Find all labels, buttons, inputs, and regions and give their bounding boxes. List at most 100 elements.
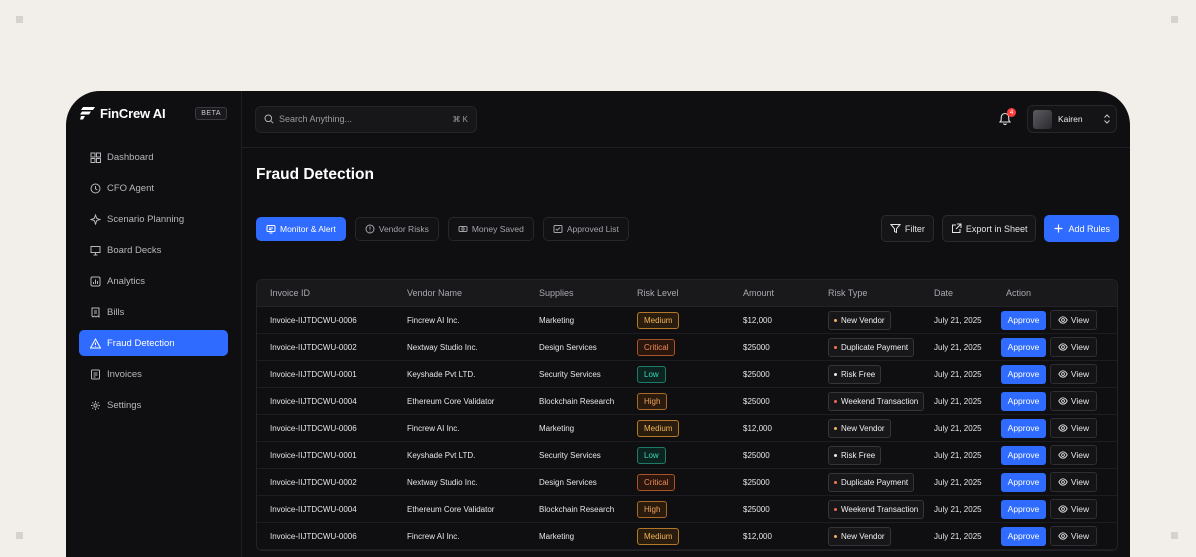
date: July 21, 2025 (934, 531, 982, 541)
notification-button[interactable]: 4 (997, 108, 1016, 127)
supplies: Design Services (539, 342, 597, 352)
risk-level-cell: Critical (637, 338, 743, 356)
risk-type-cell: Weekend Transaction (828, 391, 932, 411)
sidebar-item-cfo-agent[interactable]: CFO Agent (79, 175, 228, 201)
risk-level-badge: Critical (637, 473, 676, 491)
tab-money-saved[interactable]: Money Saved (447, 217, 534, 241)
monitor-alert-icon (266, 225, 276, 234)
view-button[interactable]: View (1050, 418, 1097, 438)
view-button[interactable]: View (1050, 472, 1097, 492)
view-button[interactable]: View (1050, 364, 1097, 384)
risk-level-badge: Medium (637, 419, 680, 437)
row-actions: Approve View (1001, 472, 1117, 492)
approve-button[interactable]: Approve (1001, 499, 1046, 519)
sidebar-item-label: Bills (107, 306, 125, 318)
bill-icon (90, 307, 101, 318)
column-header: Action (1006, 288, 1032, 298)
brand-name: FinCrew AI (100, 105, 166, 121)
vendor-name: Fincrew AI Inc. (407, 423, 460, 433)
supplies: Marketing (539, 531, 575, 541)
vendor-risk-icon (365, 224, 375, 234)
eye-icon (1058, 505, 1068, 513)
sidebar-item-analytics[interactable]: Analytics (79, 268, 228, 294)
risk-dot-icon (834, 318, 837, 322)
risk-level-cell: Medium (637, 311, 743, 329)
sidebar-item-label: CFO Agent (107, 182, 154, 194)
sidebar: FinCrew AI BETA Dashboard CFO Agent Scenar… (66, 91, 242, 557)
search-input[interactable] (279, 114, 453, 124)
invoice-id: Invoice-IIJTDCWU-0004 (270, 504, 357, 514)
view-button[interactable]: View (1050, 337, 1097, 357)
view-button[interactable]: View (1050, 526, 1097, 546)
date: July 21, 2025 (934, 477, 982, 487)
fincrew-logo-icon (80, 107, 95, 120)
invoice-icon (90, 369, 101, 380)
eye-icon (1058, 451, 1068, 459)
view-label: View (1070, 450, 1090, 460)
table-row: Invoice-IIJTDCWU-0004 Ethereum Core Valid… (257, 388, 1117, 415)
view-button[interactable]: View (1050, 391, 1097, 411)
date: July 21, 2025 (934, 315, 982, 325)
sidebar-item-dashboard[interactable]: Dashboard (79, 144, 228, 170)
risk-type-cell: New Vendor (828, 310, 932, 330)
view-label: View (1070, 423, 1090, 433)
tab-approved-list[interactable]: Approved List (542, 217, 629, 241)
risk-dot-icon (834, 345, 837, 349)
chart-icon (90, 276, 101, 287)
view-label: View (1070, 342, 1090, 352)
approve-button[interactable]: Approve (1001, 310, 1046, 330)
approve-button[interactable]: Approve (1001, 472, 1046, 492)
view-label: View (1070, 531, 1090, 541)
supplies: Security Services (539, 450, 601, 460)
risk-level-badge: Critical (637, 338, 676, 356)
sidebar-item-board-decks[interactable]: Board Decks (79, 237, 228, 263)
vendor-name: Nextway Studio Inc. (407, 477, 478, 487)
column-header: Amount (743, 288, 775, 298)
amount: $25000 (743, 369, 770, 379)
view-label: View (1070, 477, 1090, 487)
approve-button[interactable]: Approve (1001, 391, 1046, 411)
row-actions: Approve View (1001, 310, 1117, 330)
tab-monitor-alert[interactable]: Monitor & Alert (256, 217, 346, 241)
risk-level-badge: Low (637, 446, 666, 464)
approve-button[interactable]: Approve (1001, 445, 1046, 465)
clock-icon (90, 183, 101, 194)
view-label: View (1070, 369, 1090, 379)
export-button[interactable]: Export in Sheet (941, 215, 1037, 242)
invoice-id: Invoice-IIJTDCWU-0004 (270, 396, 357, 406)
view-button[interactable]: View (1050, 310, 1097, 330)
view-button[interactable]: View (1050, 499, 1097, 519)
sidebar-item-scenario-planning[interactable]: Scenario Planning (79, 206, 228, 232)
search-box[interactable]: ⌘ K (255, 105, 477, 133)
view-button[interactable]: View (1050, 445, 1097, 465)
approve-button[interactable]: Approve (1001, 526, 1046, 546)
sidebar-item-settings[interactable]: Settings (79, 392, 228, 418)
risk-type-label: New Vendor (841, 423, 885, 433)
risk-type-badge: Duplicate Payment (828, 472, 915, 492)
risk-level-cell: Medium (637, 419, 743, 437)
supplies: Marketing (539, 423, 575, 433)
table-row: Invoice-IIJTDCWU-0006 Fincrew AI Inc. Mark… (257, 307, 1117, 334)
sidebar-item-invoices[interactable]: Invoices (79, 361, 228, 387)
amount: $25000 (743, 396, 770, 406)
tab-bar: Monitor & Alert Vendor Risks Money Saved Ap… (256, 217, 638, 241)
amount: $12,000 (743, 531, 772, 541)
risk-dot-icon (834, 399, 837, 403)
filter-button[interactable]: Filter (880, 215, 934, 242)
risk-dot-icon (834, 426, 837, 430)
risk-type-badge: New Vendor (828, 418, 891, 438)
corner-dot (1171, 532, 1178, 539)
approve-button[interactable]: Approve (1001, 418, 1046, 438)
add-rules-button[interactable]: Add Rules (1044, 215, 1119, 242)
approve-button[interactable]: Approve (1001, 337, 1046, 357)
risk-type-cell: Duplicate Payment (828, 337, 932, 357)
sidebar-item-fraud-detection[interactable]: Fraud Detection (79, 330, 228, 356)
user-menu[interactable]: Kairen (1027, 105, 1117, 133)
sidebar-item-bills[interactable]: Bills (79, 299, 228, 325)
add-rules-label: Add Rules (1068, 223, 1110, 234)
eye-icon (1058, 397, 1068, 405)
tab-vendor-risks[interactable]: Vendor Risks (354, 217, 439, 241)
vendor-name: Ethereum Core Validator (407, 504, 495, 514)
approve-button[interactable]: Approve (1001, 364, 1046, 384)
invoice-id: Invoice-IIJTDCWU-0006 (270, 531, 357, 541)
